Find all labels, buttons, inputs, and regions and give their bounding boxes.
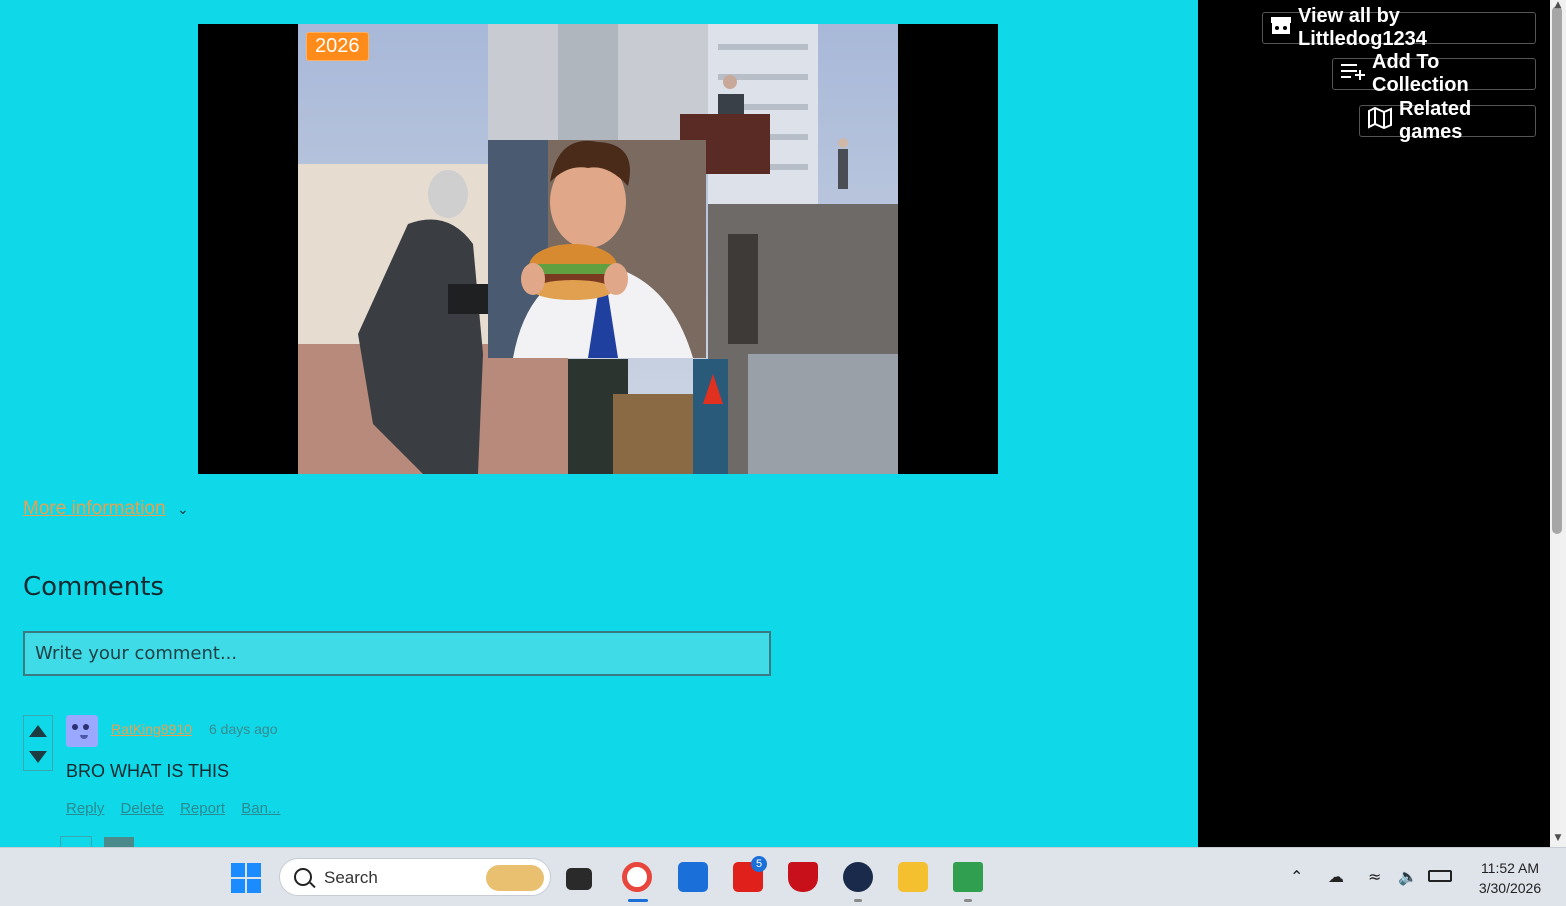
wifi-icon[interactable]: ≈: [1368, 867, 1381, 886]
add-to-collection-button[interactable]: Add To Collection: [1332, 51, 1536, 96]
related-games-button[interactable]: Related games: [1359, 98, 1536, 143]
delete-link[interactable]: Delete: [121, 800, 164, 817]
clock-time: 11:52 AM: [1480, 860, 1540, 876]
avatar[interactable]: [66, 715, 98, 747]
google-play-games-icon[interactable]: [953, 862, 983, 892]
app-running-indicator: [854, 899, 862, 902]
mcafee-icon[interactable]: [788, 862, 818, 892]
game-page: 2026 More information ⌄ Comments Write y…: [0, 0, 1198, 847]
network-error-icon[interactable]: ☁: [1328, 867, 1344, 886]
comment-input[interactable]: Write your comment...: [23, 631, 771, 676]
comment-time: 6 days ago: [209, 721, 278, 737]
scroll-up-icon[interactable]: ▲: [1551, 0, 1565, 10]
report-link[interactable]: Report: [180, 800, 225, 817]
related-games-label: Related games: [1399, 98, 1472, 143]
chevron-down-icon[interactable]: ⌄: [177, 502, 189, 518]
active-app-indicator: [628, 899, 648, 902]
store-icon[interactable]: [678, 862, 708, 892]
game-scene-image: [298, 24, 898, 474]
battery-icon[interactable]: [1428, 870, 1452, 882]
windows-logo-tile: [231, 863, 245, 877]
chrome-icon[interactable]: [622, 862, 652, 892]
file-explorer-icon[interactable]: [898, 862, 928, 892]
avatar-eye: [72, 724, 78, 730]
playlist-add-icon: [1340, 61, 1366, 87]
next-comment-avatar: [104, 837, 134, 847]
windows-logo-tile: [247, 879, 261, 893]
itchio-icon: [1270, 15, 1292, 41]
avatar-eye: [83, 724, 89, 730]
view-all-button[interactable]: View all by Littledog1234: [1262, 5, 1536, 50]
comment-actions: Reply Delete Report Ban...: [66, 800, 292, 817]
windows-logo-tile: [247, 863, 261, 877]
search-highlight-image: [486, 865, 544, 891]
ban-link[interactable]: Ban...: [241, 800, 280, 817]
upvote-icon[interactable]: [29, 725, 47, 737]
taskbar: Search ⌃ ☁ ≈ 🔈 11:52 AM 3/30/2026: [0, 847, 1566, 906]
windows-start-icon[interactable]: [231, 863, 261, 893]
steam-icon[interactable]: [843, 862, 873, 892]
clock-date: 3/30/2026: [1478, 880, 1542, 896]
search-icon: [294, 868, 312, 886]
volume-icon[interactable]: 🔈: [1398, 867, 1418, 886]
scroll-down-icon[interactable]: ▼: [1551, 833, 1565, 843]
comment-username[interactable]: RatKing8910: [111, 721, 192, 737]
more-information-link[interactable]: More information: [23, 498, 166, 520]
map-icon: [1367, 106, 1393, 135]
downvote-icon[interactable]: [29, 751, 47, 763]
add-to-collection-label: Add To Collection: [1372, 51, 1469, 96]
vote-widget: [23, 715, 53, 771]
show-hidden-icons-icon[interactable]: ⌃: [1290, 867, 1303, 886]
comments-heading: Comments: [23, 572, 164, 602]
game-player[interactable]: 2026: [198, 24, 998, 474]
reply-link[interactable]: Reply: [66, 800, 104, 817]
year-badge: 2026: [306, 32, 369, 61]
search-label: Search: [324, 868, 378, 887]
avatar-mouth: [80, 735, 88, 739]
next-comment-vote: [60, 836, 92, 847]
taskbar-clock[interactable]: 11:52 AM 3/30/2026: [1470, 858, 1550, 898]
task-view-icon[interactable]: [566, 868, 592, 890]
game-screen[interactable]: 2026: [298, 24, 898, 474]
windows-logo-tile: [231, 879, 245, 893]
mail-badge: 5: [751, 856, 767, 872]
scrollbar-thumb[interactable]: [1552, 6, 1562, 534]
app-running-indicator: [964, 899, 972, 902]
taskbar-search[interactable]: Search: [279, 858, 551, 896]
comment-body: BRO WHAT IS THIS: [66, 761, 230, 781]
view-all-label: View all by Littledog1234: [1298, 5, 1427, 50]
